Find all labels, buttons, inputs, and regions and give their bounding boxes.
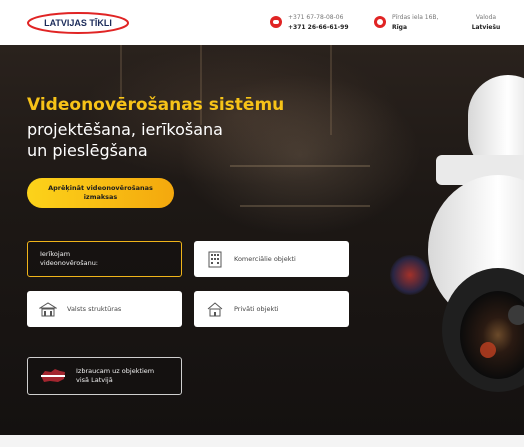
travel-label-line-2: visā Latvijā	[76, 376, 113, 384]
language-label: Valoda	[475, 14, 497, 21]
install-label-line-2: videonovērošanu:	[40, 259, 99, 267]
latvia-map-icon	[41, 369, 65, 382]
bg-beam	[330, 45, 332, 135]
language-switcher[interactable]: Valoda Latviešu	[466, 13, 506, 33]
phone-icon	[270, 16, 282, 28]
commercial-objects-label: Komerciālie objekti	[234, 255, 296, 263]
location-pin-icon	[374, 16, 386, 28]
phone-1[interactable]: +371 67-78-08-06	[288, 13, 349, 23]
bg-shelf	[240, 205, 370, 207]
government-building-icon	[39, 302, 57, 317]
logo[interactable]: LATVIJAS TĪKLI	[26, 11, 130, 35]
state-structures-label: Valsts struktūras	[67, 305, 122, 313]
hero-subtitle-line-1: projektēšana, ierīkošana	[27, 120, 223, 139]
private-objects-label: Privāti objekti	[234, 305, 279, 313]
light-flare	[390, 255, 430, 295]
phone-2[interactable]: +371 26-66-61-99	[288, 24, 349, 31]
address-city: Rīga	[392, 24, 408, 31]
address-block[interactable]: Pīrdas iela 16B, Rīga	[374, 13, 438, 33]
hero-subtitle-line-2: un pieslēgšana	[27, 141, 148, 160]
language-value[interactable]: Latviešu	[472, 24, 501, 31]
address-line: Pīrdas iela 16B,	[392, 14, 439, 21]
hero-subtitle: projektēšana, ierīkošana un pieslēgšana	[27, 119, 223, 161]
travel-label-line-1: Izbraucam uz objektiem	[76, 367, 155, 375]
site-header: LATVIJAS TĪKLI +371 67-78-08-06 +371 26-…	[0, 0, 524, 45]
hero-section: Videonovērošanas sistēmu projektēšana, i…	[0, 45, 524, 435]
cta-label-line-1: Aprēķināt videonovērošanas	[48, 184, 153, 192]
install-label-card: Ierīkojam videonovērošanu:	[27, 241, 182, 277]
cta-label-line-2: izmaksas	[83, 193, 118, 201]
phone-block[interactable]: +371 67-78-08-06 +371 26-66-61-99	[270, 13, 349, 33]
travel-latvia-card[interactable]: Izbraucam uz objektiem visā Latvijā	[27, 357, 182, 395]
commercial-objects-card[interactable]: Komerciālie objekti	[194, 241, 349, 277]
page-bottom-strip	[0, 435, 524, 447]
ptz-camera-image	[428, 75, 524, 392]
calculate-cost-button[interactable]: Aprēķināt videonovērošanas izmaksas	[27, 178, 174, 208]
state-structures-card[interactable]: Valsts struktūras	[27, 291, 182, 327]
private-objects-card[interactable]: Privāti objekti	[194, 291, 349, 327]
bg-shelf	[230, 165, 370, 167]
office-building-icon	[208, 251, 222, 268]
install-label-line-1: Ierīkojam	[40, 250, 71, 258]
house-icon	[207, 302, 223, 317]
logo-text: LATVIJAS TĪKLI	[44, 18, 112, 28]
hero-title: Videonovērošanas sistēmu	[27, 95, 285, 115]
